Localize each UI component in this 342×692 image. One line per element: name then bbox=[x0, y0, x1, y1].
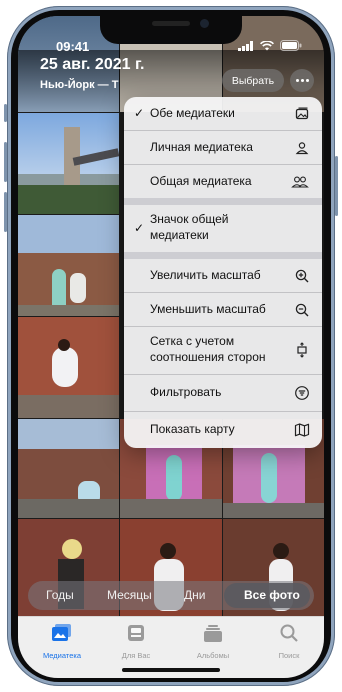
menu-item-aspect-ratio-grid[interactable]: Сетка с учетом соотношения сторон bbox=[124, 327, 322, 374]
menu-item-both-libraries[interactable]: ✓ Обе медиатеки bbox=[124, 97, 322, 130]
menu-item-personal-library[interactable]: Личная медиатека bbox=[124, 131, 322, 164]
ellipsis-icon bbox=[296, 79, 299, 82]
tab-for-you[interactable]: Для Вас bbox=[101, 623, 171, 660]
page-title: 25 авг. 2021 г. bbox=[40, 56, 145, 73]
battery-icon bbox=[280, 38, 302, 56]
menu-item-shared-library-badge[interactable]: ✓ Значок общей медиатеки bbox=[124, 205, 322, 252]
checkmark-icon: ✓ bbox=[134, 106, 145, 120]
person-icon bbox=[294, 140, 310, 156]
photo-tile[interactable] bbox=[18, 113, 119, 214]
screen: 09:41 25 авг. 2021 г. Нью-Йорк — Т Выбра… bbox=[18, 16, 324, 678]
photo-tile[interactable] bbox=[18, 317, 119, 418]
menu-item-shared-library[interactable]: Общая медиатека bbox=[124, 165, 322, 198]
volume-up-button bbox=[4, 142, 7, 182]
menu-item-zoom-in[interactable]: Увеличить масштаб bbox=[124, 259, 322, 292]
zoom-in-icon bbox=[294, 268, 310, 284]
photos-library-icon bbox=[51, 624, 73, 647]
zoom-out-icon bbox=[294, 302, 310, 318]
volume-down-button bbox=[4, 192, 7, 232]
wifi-icon bbox=[260, 38, 274, 56]
view-segmented-control: Годы Месяцы Дни Все фото bbox=[28, 581, 314, 610]
checkmark-icon: ✓ bbox=[134, 221, 145, 235]
search-icon bbox=[279, 624, 299, 647]
for-you-icon bbox=[126, 625, 146, 647]
menu-item-filter[interactable]: Фильтровать bbox=[124, 375, 322, 411]
more-options-button[interactable] bbox=[290, 69, 314, 92]
options-menu: ✓ Обе медиатеки Личная медиатека Общая м… bbox=[124, 97, 322, 448]
albums-icon bbox=[203, 625, 223, 647]
home-indicator[interactable] bbox=[122, 668, 220, 672]
photo-tile[interactable] bbox=[18, 419, 119, 518]
menu-item-zoom-out[interactable]: Уменьшить масштаб bbox=[124, 293, 322, 326]
select-button[interactable]: Выбрать bbox=[222, 69, 284, 92]
tab-search[interactable]: Поиск bbox=[254, 623, 324, 660]
map-icon bbox=[294, 422, 310, 438]
menu-item-show-map[interactable]: Показать карту bbox=[124, 412, 322, 448]
status-time: 09:41 bbox=[56, 39, 90, 54]
tab-albums[interactable]: Альбомы bbox=[178, 623, 248, 660]
filter-icon bbox=[294, 385, 310, 401]
mute-switch bbox=[4, 104, 7, 122]
segment-all-photos[interactable]: Все фото bbox=[244, 588, 300, 602]
segment-days[interactable]: Дни bbox=[184, 588, 205, 602]
people-icon bbox=[290, 174, 310, 190]
photo-library-icon bbox=[294, 106, 310, 122]
cellular-signal-icon bbox=[238, 38, 254, 56]
power-button bbox=[335, 156, 338, 216]
photo-tile[interactable] bbox=[18, 215, 119, 316]
notch bbox=[100, 16, 242, 44]
segment-months[interactable]: Месяцы bbox=[107, 588, 152, 602]
location-subtitle: Нью-Йорк — Т bbox=[40, 79, 119, 91]
tab-library[interactable]: Медиатека bbox=[27, 623, 97, 660]
segment-years[interactable]: Годы bbox=[46, 588, 74, 602]
aspect-ratio-icon bbox=[294, 342, 310, 358]
